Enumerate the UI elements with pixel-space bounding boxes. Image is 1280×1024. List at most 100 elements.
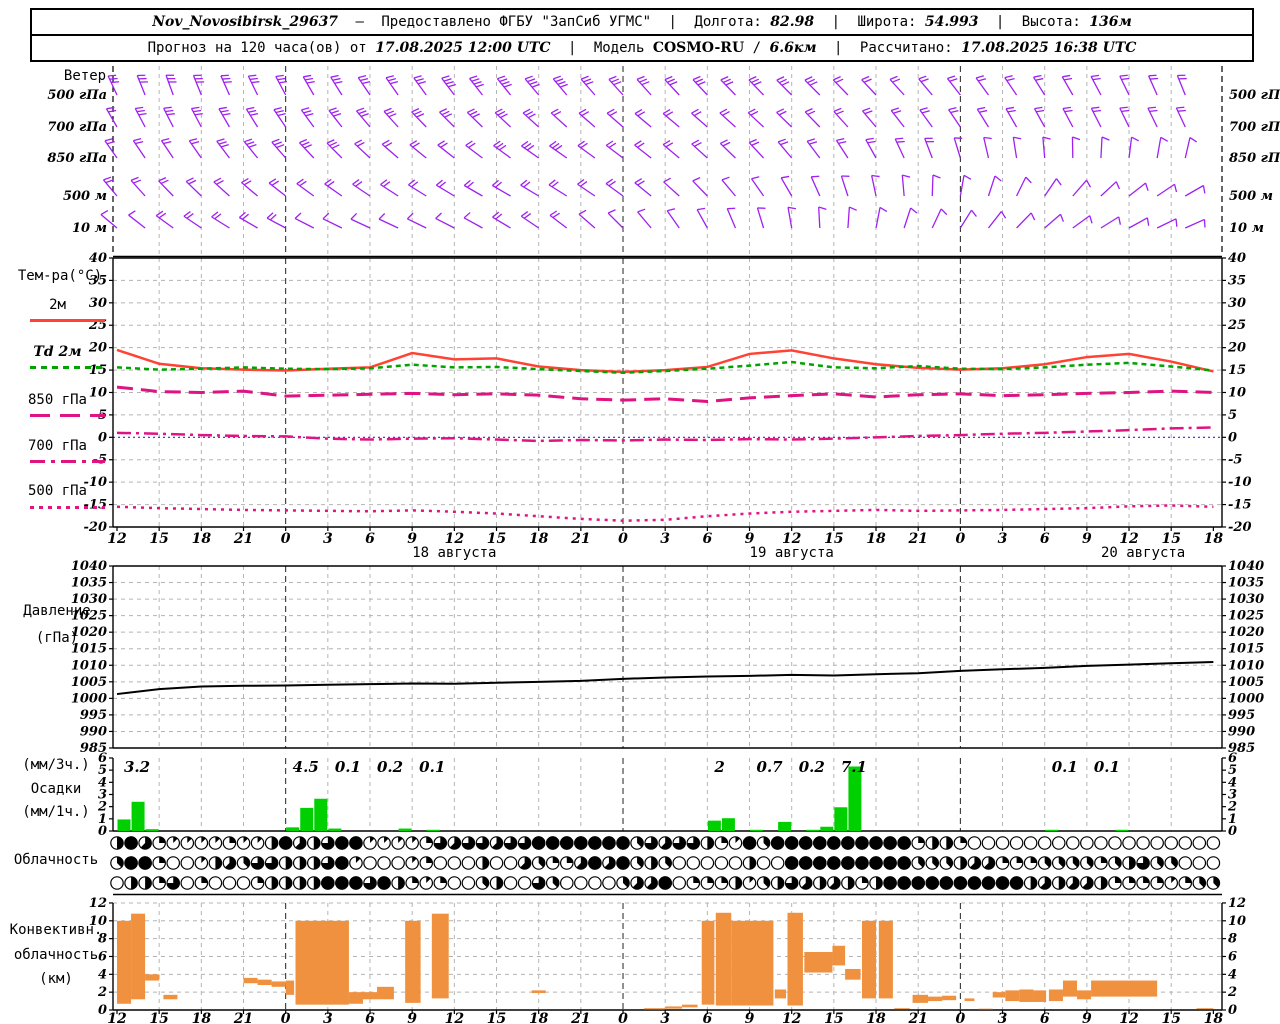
svg-text:20 августа: 20 августа [1101, 545, 1185, 561]
svg-text:18: 18 [529, 531, 549, 547]
svg-text:0.2: 0.2 [377, 758, 403, 776]
pressure-unit: (гПа) [35, 630, 79, 646]
svg-text:6: 6 [365, 531, 375, 547]
cloud-panel-title: Облачность [13, 852, 99, 868]
temperature-panel: 40403535303025252020151510105500-5-5-10-… [84, 251, 1252, 535]
separator: | [834, 40, 843, 56]
svg-text:3.2: 3.2 [124, 758, 150, 776]
svg-text:1005: 1005 [1228, 675, 1264, 690]
svg-text:10: 10 [1228, 914, 1246, 929]
svg-text:6: 6 [1040, 531, 1050, 547]
svg-text:1010: 1010 [1228, 658, 1264, 673]
model-slash: / [752, 40, 762, 56]
svg-text:4: 4 [1228, 967, 1237, 982]
svg-text:21: 21 [570, 1011, 590, 1024]
svg-text:15: 15 [824, 1011, 843, 1024]
svg-text:15: 15 [1161, 1011, 1180, 1024]
svg-text:500 м: 500 м [1229, 189, 1273, 204]
svg-text:3: 3 [998, 1011, 1008, 1024]
svg-text:6: 6 [702, 1011, 712, 1024]
temp-legend-850-line [30, 414, 105, 417]
svg-text:21: 21 [570, 531, 590, 547]
station-name: Nov_Novosibirsk_29637 [152, 14, 339, 30]
svg-text:15: 15 [1228, 363, 1246, 378]
wind-barbs-row-3 [103, 174, 1206, 197]
svg-text:0: 0 [281, 531, 291, 547]
latitude-value: 54.993 [924, 14, 979, 30]
svg-text:9: 9 [1082, 531, 1092, 547]
svg-text:18 августа: 18 августа [412, 545, 496, 561]
precip-title: Осадки [30, 781, 82, 797]
header-forecast-row: Прогноз на 120 часа(ов) от 17.08.2025 12… [32, 34, 1252, 60]
svg-text:6: 6 [365, 1011, 375, 1024]
svg-text:-20: -20 [1228, 520, 1252, 535]
svg-text:12: 12 [89, 896, 107, 911]
cloud-panel [110, 836, 1222, 896]
svg-text:-15: -15 [1228, 498, 1252, 513]
svg-text:500 гПа: 500 гПа [1229, 88, 1280, 103]
svg-text:3: 3 [323, 1011, 333, 1024]
temp-legend-850: 850 гПа [27, 392, 87, 408]
svg-text:700 гПа: 700 гПа [1229, 120, 1280, 135]
svg-text:0.1: 0.1 [419, 758, 445, 776]
computed-label: Рассчитано: [859, 40, 953, 56]
svg-text:4.5: 4.5 [293, 758, 319, 776]
provided-by: Предоставлено ФГБУ "ЗапСиб УГМС" [381, 14, 652, 30]
latitude-label: Широта: [857, 14, 917, 30]
svg-text:5: 5 [1228, 408, 1237, 423]
svg-text:18: 18 [529, 1011, 549, 1024]
svg-text:30: 30 [1228, 296, 1246, 311]
computed-time: 17.08.2025 16:38 UTC [961, 40, 1137, 56]
temp-panel-title: Тем-ра(°C) [17, 268, 103, 284]
conv-title-1: Конвективн. [9, 922, 103, 938]
svg-text:10 м: 10 м [1229, 221, 1264, 236]
precip-panel: 6 65 54 43 32 21 10 03.2 4.5 0.1 0.2 0.1 2 0.7 0.2 7.1 0… [97, 751, 1237, 839]
model-label: Модель [593, 40, 645, 56]
svg-text:6: 6 [702, 531, 712, 547]
svg-text:18: 18 [1204, 1011, 1224, 1024]
altitude-label: Высота: [1021, 14, 1081, 30]
header-box: Nov_Novosibirsk_29637 — Предоставлено ФГ… [30, 8, 1254, 62]
svg-text:1020: 1020 [1228, 625, 1264, 640]
svg-text:18: 18 [866, 1011, 886, 1024]
svg-text:2: 2 [97, 985, 107, 1000]
forecast-prefix: Прогноз на 120 часа(ов) от [147, 40, 367, 56]
temp-legend-700-line [30, 460, 105, 463]
temp-legend-700: 700 гПа [27, 438, 87, 454]
svg-text:35: 35 [1228, 273, 1246, 288]
pressure-title: Давление [23, 603, 91, 619]
svg-text:1010: 1010 [71, 658, 107, 673]
svg-text:0: 0 [1228, 824, 1237, 839]
svg-text:18: 18 [192, 531, 212, 547]
svg-text:9: 9 [1082, 1011, 1092, 1024]
svg-text:2: 2 [713, 758, 724, 776]
run-time: 17.08.2025 12:00 UTC [375, 40, 551, 56]
svg-text:10: 10 [1228, 385, 1246, 400]
svg-text:995: 995 [1228, 708, 1255, 723]
svg-text:12: 12 [1119, 1011, 1139, 1024]
svg-text:0.1: 0.1 [335, 758, 361, 776]
wind-panel-title: Ветер [63, 68, 107, 84]
svg-text:21: 21 [233, 1011, 253, 1024]
svg-text:-20: -20 [84, 520, 108, 535]
separator: | [995, 14, 1005, 30]
header-dash: — [355, 14, 364, 30]
wind-panel: 500 гПа 500 гПа 700 гПа 700 гПа 850 гПа 850 г… [47, 66, 1280, 258]
model-resolution: 6.6км [769, 40, 817, 56]
svg-text:1025: 1025 [1228, 609, 1264, 624]
svg-text:0.7: 0.7 [757, 758, 784, 776]
svg-text:12: 12 [445, 1011, 465, 1024]
svg-text:8: 8 [1228, 932, 1237, 947]
temp-legend-500: 500 гПа [27, 483, 87, 499]
separator: | [831, 14, 840, 30]
svg-text:1005: 1005 [71, 675, 107, 690]
header-station-row: Nov_Novosibirsk_29637 — Предоставлено ФГ… [32, 10, 1252, 34]
wind-barbs-row-4 [100, 206, 1206, 229]
svg-text:18: 18 [192, 1011, 212, 1024]
svg-text:995: 995 [80, 708, 107, 723]
svg-text:19 августа: 19 августа [750, 545, 834, 561]
svg-text:0: 0 [618, 1011, 628, 1024]
svg-text:20: 20 [1227, 341, 1246, 356]
svg-text:850 гПа: 850 гПа [47, 151, 107, 166]
wind-barbs-row-0 [107, 74, 1187, 96]
